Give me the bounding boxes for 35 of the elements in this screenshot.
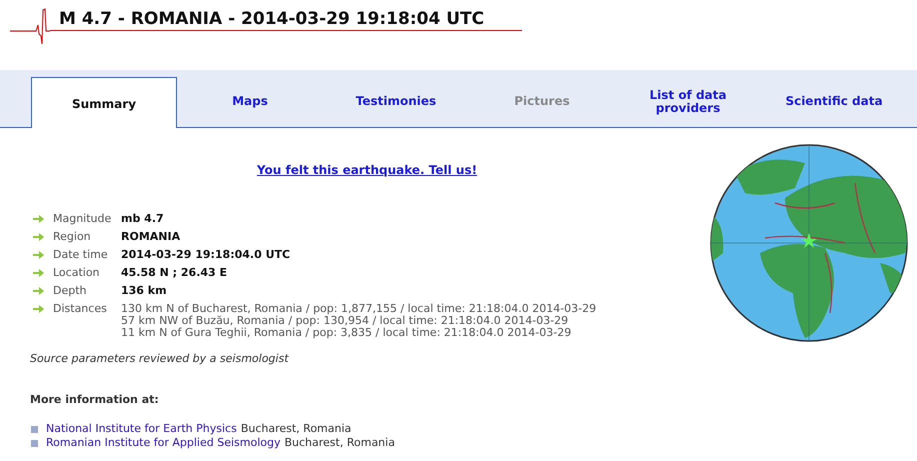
page-title: M 4.7 - ROMANIA - 2014-03-29 19:18:04 UTC bbox=[59, 8, 486, 30]
field-value: 130 km N of Bucharest, Romania / pop: 1,877,155 / local time: 21:18:04.0 2014-03-29 bbox=[121, 303, 596, 315]
institute-link[interactable]: Romanian Institute for Applied Seismology bbox=[46, 434, 280, 452]
institute-link[interactable]: National Institute for Earth Physics bbox=[46, 420, 237, 438]
field-label: Location bbox=[53, 265, 101, 280]
tab[interactable]: Scientific data bbox=[761, 76, 907, 127]
bullet-icon bbox=[31, 426, 38, 432]
arrow-icon bbox=[33, 215, 44, 223]
more-info-heading: More information at: bbox=[30, 392, 159, 408]
arrow-icon bbox=[33, 251, 44, 259]
field-value: mb 4.7 bbox=[121, 211, 164, 226]
arrow-icon bbox=[33, 233, 44, 241]
field-label: Date time bbox=[53, 247, 109, 262]
field-value: ROMANIA bbox=[121, 229, 180, 244]
arrow-icon bbox=[33, 287, 44, 295]
felt-earthquake-link[interactable]: You felt this earthquake. Tell us! bbox=[256, 163, 478, 177]
tab[interactable]: List of data providers bbox=[615, 76, 761, 127]
field-value: 57 km NW of Buzău, Romania / pop: 130,954 / local time: 21:18:04.0 2014-03-29 bbox=[121, 315, 568, 327]
tab[interactable]: Summary bbox=[31, 77, 177, 128]
tab[interactable]: Testimonies bbox=[323, 76, 469, 127]
field-label: Depth bbox=[53, 283, 88, 298]
source-note: Source parameters reviewed by a seismologist bbox=[30, 351, 289, 367]
arrow-icon bbox=[33, 269, 44, 277]
institute-location: Bucharest, Romania bbox=[284, 434, 395, 451]
field-label: Distances bbox=[53, 301, 108, 316]
arrow-icon bbox=[33, 305, 44, 313]
field-label: Magnitude bbox=[53, 211, 112, 226]
bullet-icon bbox=[31, 440, 38, 446]
field-value: 45.58 N ; 26.43 E bbox=[121, 265, 228, 280]
field-value: 2014-03-29 19:18:04.0 UTC bbox=[121, 247, 290, 262]
institute-location: Bucharest, Romania bbox=[240, 420, 352, 437]
tab[interactable]: Maps bbox=[177, 76, 323, 127]
field-label: Region bbox=[53, 229, 92, 244]
field-value: 11 km N of Gura Teghii, Romania / pop: 3,835 / local time: 21:18:04.0 2014-03-29 bbox=[121, 327, 572, 339]
field-value: 136 km bbox=[121, 283, 167, 298]
